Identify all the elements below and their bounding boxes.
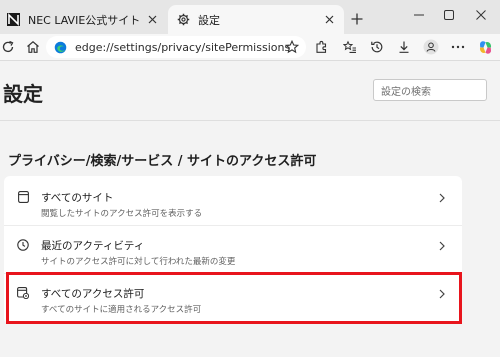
maximize-button[interactable] <box>434 2 464 28</box>
close-window-button[interactable] <box>466 2 496 28</box>
home-icon[interactable] <box>22 37 44 57</box>
row-label: 最近のアクティビティ <box>41 240 145 252</box>
recent-activity-row[interactable]: 最近のアクティビティ サイトのアクセス許可に対して行われた最新の変更 <box>4 227 462 275</box>
header-divider <box>0 120 500 121</box>
nec-favicon-icon <box>6 13 20 27</box>
settings-search-input[interactable]: 設定の検索 <box>373 79 487 101</box>
row-label: すべてのサイト <box>41 192 114 204</box>
download-icon[interactable] <box>393 37 415 57</box>
chevron-right-icon <box>436 191 448 205</box>
row-description: 閲覧したサイトのアクセス許可を表示する <box>41 209 203 219</box>
url-text: edge://settings/privacy/sitePermissions <box>75 40 291 54</box>
history-icon[interactable] <box>366 37 388 57</box>
row-description: すべてのサイトに適用されるアクセス許可 <box>41 305 202 315</box>
tab-nec-lavie[interactable]: NEC LAVIE公式サイト > サービス＆サ <box>0 5 167 34</box>
toolbar-divider <box>0 60 500 61</box>
close-tab-icon[interactable] <box>143 11 161 29</box>
site-settings-icon <box>16 286 30 300</box>
favorites-icon[interactable] <box>339 37 361 57</box>
more-options-icon[interactable] <box>447 37 469 57</box>
clock-icon <box>16 238 30 252</box>
close-tab-icon[interactable] <box>320 11 338 29</box>
profile-avatar-icon[interactable] <box>420 37 442 57</box>
browser-toolbar: edge://settings/privacy/sitePermissions <box>0 34 500 60</box>
chevron-right-icon <box>436 239 448 253</box>
all-sites-row[interactable]: すべてのサイト 閲覧したサイトのアクセス許可を表示する <box>4 179 462 227</box>
gear-icon <box>176 13 190 27</box>
row-description: サイトのアクセス許可に対して行われた最新の変更 <box>41 257 236 267</box>
minimize-button[interactable] <box>404 2 434 28</box>
edge-logo-icon <box>54 41 67 54</box>
row-label: すべてのアクセス許可 <box>41 288 145 300</box>
favorite-star-icon[interactable] <box>281 37 303 57</box>
refresh-icon[interactable] <box>0 37 19 57</box>
chevron-right-icon <box>436 287 448 301</box>
title-bar: NEC LAVIE公式サイト > サービス＆サ 設定 <box>0 0 500 34</box>
page-title: 設定 <box>3 82 43 106</box>
site-page-icon <box>16 190 30 204</box>
site-permissions-card: すべてのサイト 閲覧したサイトのアクセス許可を表示する 最近のアクティビティ サ… <box>4 176 462 324</box>
tab-title: NEC LAVIE公式サイト > サービス＆サ <box>28 13 143 27</box>
tab-title: 設定 <box>198 13 220 27</box>
extensions-icon[interactable] <box>311 37 333 57</box>
breadcrumb: プライバシー/検索/サービス / サイトのアクセス許可 <box>8 154 317 169</box>
tab-settings[interactable]: 設定 <box>168 5 344 34</box>
copilot-icon[interactable] <box>474 37 496 57</box>
new-tab-button[interactable] <box>346 8 368 30</box>
row-divider <box>4 225 462 226</box>
address-bar[interactable]: edge://settings/privacy/sitePermissions <box>46 36 306 58</box>
all-permissions-row[interactable]: すべてのアクセス許可 すべてのサイトに適用されるアクセス許可 <box>4 275 462 323</box>
row-divider <box>4 273 462 274</box>
